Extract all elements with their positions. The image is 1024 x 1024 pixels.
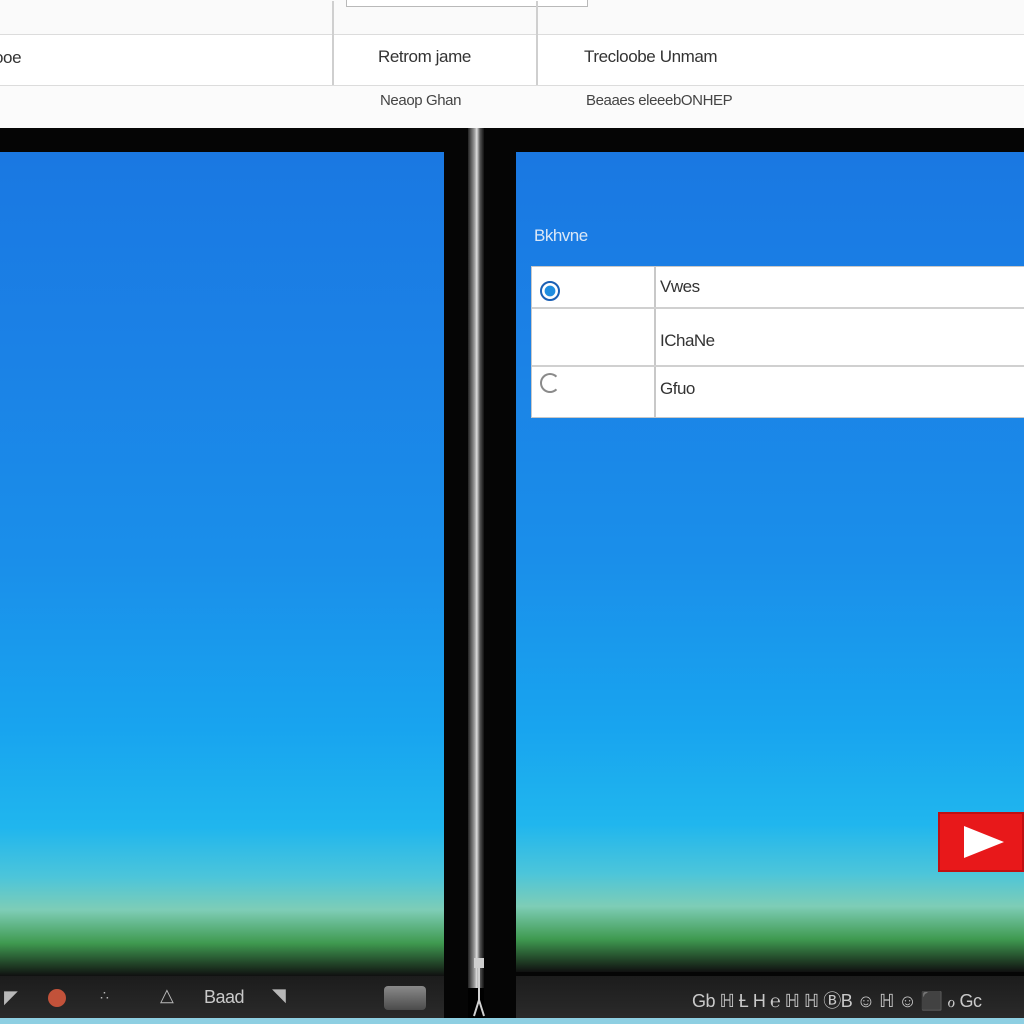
- option-control-cell: [532, 367, 656, 417]
- play-icon: [964, 826, 1004, 858]
- header-row-1: ooe Retrom jame Trecloobe Unmam: [0, 1, 1024, 86]
- option-label: Gfuo: [660, 379, 695, 398]
- warning-triangle-icon[interactable]: △: [160, 986, 174, 1004]
- column-separator: [332, 1, 334, 85]
- option-row-1[interactable]: IChaNe: [532, 309, 1024, 367]
- left-pane-desktop: [0, 152, 444, 976]
- option-control-cell: [532, 309, 656, 365]
- header-cell[interactable]: Neaop Ghan: [380, 92, 461, 109]
- header-cell[interactable]: Trecloobe Unmam: [584, 47, 718, 67]
- split-divider[interactable]: [468, 128, 484, 988]
- header-cell[interactable]: ooe: [0, 48, 22, 68]
- bottom-edge-strip: [0, 1018, 1024, 1024]
- header-row-2: Neaop Ghan Beaaes eleeebONHEP: [0, 86, 1024, 120]
- play-button[interactable]: [938, 812, 1024, 872]
- divider-handle-icon[interactable]: [472, 956, 486, 1020]
- option-row-0[interactable]: Vwes: [532, 267, 1024, 309]
- dots-icon[interactable]: ∴: [100, 988, 109, 1002]
- radio-unselected-icon[interactable]: [540, 373, 560, 393]
- header-cell[interactable]: Retrom jame: [378, 47, 471, 67]
- radio-selected-icon[interactable]: [540, 281, 560, 301]
- chevron-icon[interactable]: ◤: [4, 988, 18, 1006]
- options-list: Vwes IChaNe Gfuo: [531, 266, 1024, 418]
- left-taskbar: ◤ ∴ △ Baad ◥: [0, 976, 444, 1020]
- option-label: Vwes: [660, 277, 700, 296]
- taskbar-tray[interactable]: Gb ℍ Ƚ H ℮ ℍ ℍ ⒷB ☺ ℍ ☺ ⬛ ℴ Gc: [692, 987, 982, 1013]
- flag-icon[interactable]: ◥: [272, 986, 286, 1004]
- option-control-cell: [532, 267, 656, 307]
- top-tab[interactable]: [346, 0, 588, 7]
- option-row-2[interactable]: Gfuo: [532, 367, 1024, 417]
- header-cell[interactable]: Beaaes eleeebONHEP: [586, 92, 733, 109]
- section-label: Bkhvne: [534, 226, 588, 245]
- device-icon[interactable]: [384, 986, 426, 1010]
- column-separator: [536, 1, 538, 85]
- taskbar-label[interactable]: Baad: [204, 987, 245, 1008]
- top-window: ooe Retrom jame Trecloobe Unmam Neaop Gh…: [0, 0, 1024, 130]
- record-icon[interactable]: [48, 989, 66, 1007]
- option-label: IChaNe: [660, 331, 715, 350]
- right-taskbar: Gb ℍ Ƚ H ℮ ℍ ℍ ⒷB ☺ ℍ ☺ ⬛ ℴ Gc: [516, 976, 1024, 1020]
